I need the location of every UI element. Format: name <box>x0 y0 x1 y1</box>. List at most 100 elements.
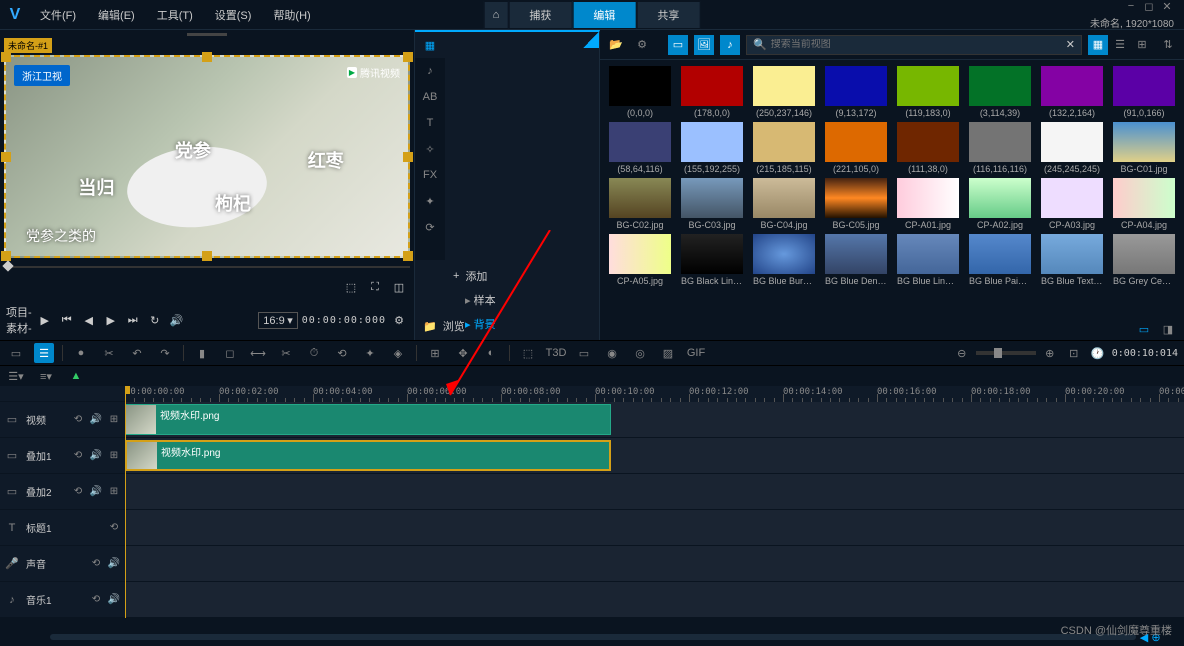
split-icon[interactable]: ◫ <box>390 278 408 296</box>
tab-edit[interactable]: 编辑 <box>572 1 636 29</box>
tools-icon[interactable]: ✂ <box>99 343 119 363</box>
library-item[interactable]: (245,245,245) <box>1038 122 1106 174</box>
resize-handle[interactable] <box>403 52 413 62</box>
lock-icon[interactable]: ⟲ <box>71 413 85 427</box>
lock-icon[interactable]: ⟲ <box>71 485 85 499</box>
track-title1-header[interactable]: T 标题1 ⟲ <box>0 510 125 546</box>
view-grid-icon[interactable]: ▦ <box>1088 35 1108 55</box>
grid-icon[interactable]: ⊞ <box>425 343 445 363</box>
transition-icon[interactable]: ◈ <box>388 343 408 363</box>
next-button[interactable]: ⏭ <box>124 311 142 329</box>
step-back-button[interactable]: ◀ <box>80 311 98 329</box>
filter-image-icon[interactable]: 🖼 <box>694 35 714 55</box>
timeline-icon[interactable]: ☰ <box>34 343 54 363</box>
resize-handle[interactable] <box>202 52 212 62</box>
play-button[interactable]: ▶ <box>36 311 54 329</box>
expand-icon[interactable]: ⛶ <box>366 278 384 296</box>
resize-handle[interactable] <box>403 251 413 261</box>
tab-share[interactable]: 共享 <box>636 1 700 29</box>
library-item[interactable]: BG Grey Ceme... <box>1110 234 1178 286</box>
library-item[interactable]: (250,237,146) <box>750 66 818 118</box>
split-icon[interactable]: ✂ <box>276 343 296 363</box>
track-music1-header[interactable]: ♪ 音乐1 ⟲🔊 <box>0 582 125 618</box>
gif-icon[interactable]: GIF <box>686 343 706 363</box>
library-item[interactable]: (3,114,39) <box>966 66 1034 118</box>
preview-viewport[interactable]: 浙江卫视 腾讯视频 党参 红枣 当归 枸杞 党参之类的 <box>4 55 410 258</box>
chroma-icon[interactable]: ▨ <box>658 343 678 363</box>
track-video-header[interactable]: ▭ 视频 ⟲🔊⊞ <box>0 402 125 438</box>
library-item[interactable]: CP-A02.jpg <box>966 178 1034 230</box>
fit-icon[interactable]: ⊡ <box>1064 343 1084 363</box>
search-input[interactable]: 🔍 ✕ <box>746 35 1082 55</box>
library-item[interactable]: BG Blue Denim... <box>822 234 890 286</box>
panel-icon[interactable]: ▭ <box>1134 319 1154 339</box>
library-item[interactable]: BG Blue Paint.j... <box>966 234 1034 286</box>
mute-icon[interactable]: 🔊 <box>107 557 121 571</box>
panel-toggle-icon[interactable]: ◨ <box>1158 319 1178 339</box>
library-item[interactable]: (215,185,115) <box>750 122 818 174</box>
track-overlay2-header[interactable]: ▭ 叠加2 ⟲🔊⊞ <box>0 474 125 510</box>
tab-filter-icon[interactable]: ✦ <box>415 188 445 214</box>
volume-button[interactable]: 🔊 <box>168 311 186 329</box>
menu-edit[interactable]: 编辑(E) <box>88 1 145 29</box>
grid-icon[interactable]: ⊞ <box>107 413 121 427</box>
track-overlay1-header[interactable]: ▭ 叠加1 ⟲🔊⊞ <box>0 438 125 474</box>
track-voice-header[interactable]: 🎤 声音 ⟲🔊 <box>0 546 125 582</box>
lock-icon[interactable]: ⟲ <box>71 449 85 463</box>
add-button[interactable]: +添加 <box>449 264 595 288</box>
reverse-icon[interactable]: ⟲ <box>332 343 352 363</box>
library-item[interactable]: (132,2,164) <box>1038 66 1106 118</box>
record-icon[interactable]: ● <box>71 343 91 363</box>
sort-icon[interactable]: ⇅ <box>1158 35 1178 55</box>
mute-icon[interactable]: 🔊 <box>89 485 103 499</box>
tree-sample[interactable]: 样本 <box>449 288 595 312</box>
resize-handle[interactable] <box>1 52 11 62</box>
tab-audio-icon[interactable]: ♪ <box>415 58 445 84</box>
lock-icon[interactable]: ⟲ <box>107 521 121 535</box>
grid-icon[interactable]: ⊞ <box>107 449 121 463</box>
storyboard-icon[interactable]: ▭ <box>6 343 26 363</box>
panel-handle[interactable] <box>0 30 414 38</box>
marker-icon[interactable]: ▮ <box>192 343 212 363</box>
menu-help[interactable]: 帮助(H) <box>263 1 320 29</box>
library-item[interactable]: BG Blue Linen.j... <box>894 234 962 286</box>
gear-icon[interactable]: ⚙ <box>632 35 652 55</box>
marker-up-icon[interactable]: ▲ <box>66 366 86 386</box>
mask-icon[interactable]: ◐ <box>481 343 501 363</box>
crop-icon[interactable]: ⬚ <box>342 278 360 296</box>
library-item[interactable]: BG-C04.jpg <box>750 178 818 230</box>
select-icon[interactable]: ◻ <box>220 343 240 363</box>
library-item[interactable]: (9,13,172) <box>822 66 890 118</box>
grid-icon[interactable]: ⊞ <box>107 485 121 499</box>
subtitle-icon[interactable]: ▭ <box>574 343 594 363</box>
resize-handle[interactable] <box>403 152 413 162</box>
library-item[interactable]: CP-A03.jpg <box>1038 178 1106 230</box>
library-item[interactable]: (0,0,0) <box>606 66 674 118</box>
library-item[interactable]: (221,105,0) <box>822 122 890 174</box>
aspect-ratio[interactable]: 16:9 ▾ <box>258 312 297 329</box>
clear-icon[interactable]: ✕ <box>1066 38 1075 51</box>
step-fwd-button[interactable]: ▶ <box>102 311 120 329</box>
library-item[interactable]: (58,64,116) <box>606 122 674 174</box>
zoom-out-icon[interactable]: ⊖ <box>952 343 972 363</box>
playhead[interactable] <box>125 386 126 618</box>
menu-tools[interactable]: 工具(T) <box>147 1 203 29</box>
prev-button[interactable]: ⏮ <box>58 311 76 329</box>
library-item[interactable]: BG-C02.jpg <box>606 178 674 230</box>
zoom-slider[interactable] <box>976 351 1036 355</box>
lock-icon[interactable]: ⟲ <box>89 593 103 607</box>
resize-handle[interactable] <box>1 251 11 261</box>
tab-fx-icon[interactable]: FX <box>415 162 445 188</box>
close-button[interactable]: ✕ <box>1160 0 1174 13</box>
zoom-in-icon[interactable]: ⊕ <box>1040 343 1060 363</box>
import-icon[interactable]: 📂 <box>606 35 626 55</box>
pan-icon[interactable]: ✥ <box>453 343 473 363</box>
view-detail-icon[interactable]: ⊞ <box>1132 35 1152 55</box>
mute-icon[interactable]: 🔊 <box>107 593 121 607</box>
view-list-icon[interactable]: ☰ <box>1110 35 1130 55</box>
track-options-icon[interactable]: ≡▾ <box>36 366 56 386</box>
maximize-button[interactable]: ◻ <box>1142 0 1156 13</box>
resize-handle[interactable] <box>202 251 212 261</box>
clock-icon[interactable]: 🕐 <box>1088 343 1108 363</box>
library-item[interactable]: CP-A04.jpg <box>1110 178 1178 230</box>
